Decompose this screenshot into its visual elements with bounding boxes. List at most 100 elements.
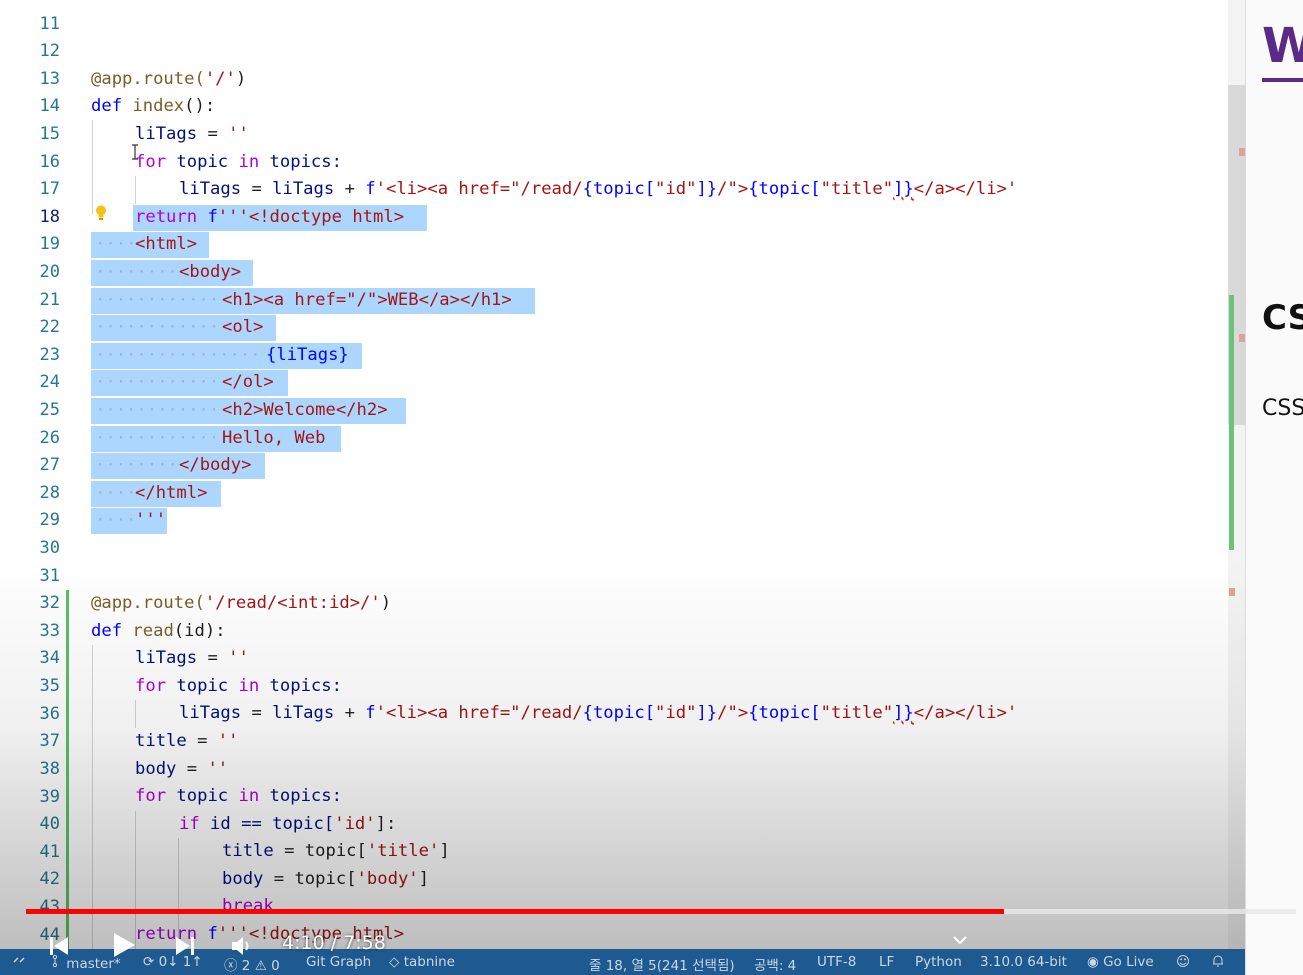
string-literal: 'title' <box>366 841 440 861</box>
function-name: index <box>122 96 185 116</box>
punct: ) <box>380 593 392 613</box>
string-literal: '<li><a href="/read/ <box>375 179 583 199</box>
warning-count: 0 <box>271 958 280 974</box>
string-literal: '''<!doctype html> <box>217 207 405 227</box>
line-number: 23 <box>39 345 60 365</box>
code-line-15: liTags = '' <box>135 121 249 148</box>
whitespace-marker: ···· <box>95 510 137 530</box>
notification-bell-icon[interactable] <box>1212 954 1224 972</box>
line-number: 43 <box>39 897 60 917</box>
indent-guide <box>135 176 136 204</box>
previous-icon[interactable] <box>47 934 71 958</box>
interpolation-error: ]} <box>893 179 914 199</box>
cursor-position[interactable]: 줄 18, 열 5(241 선택됨) <box>589 954 735 974</box>
fstring-prefix: f <box>365 703 376 723</box>
feedback-icon[interactable]: ☺ <box>1176 954 1190 970</box>
lightbulb-icon[interactable] <box>95 205 107 221</box>
expression: = topic[ <box>263 869 357 889</box>
code-line-14: def index(): <box>91 93 215 120</box>
line-number: 24 <box>39 372 60 392</box>
line-number: 22 <box>39 317 60 337</box>
code-line-27: </body> <box>179 455 252 475</box>
indentation-setting[interactable]: 공백: 4 <box>754 954 796 974</box>
operator: = <box>176 759 208 779</box>
punct: (): <box>184 96 216 116</box>
git-graph-button[interactable]: Git Graph <box>306 954 371 970</box>
video-time: 4:10 / 7:58 <box>282 932 386 954</box>
operator: = <box>197 124 229 144</box>
variable: liTags <box>272 179 335 199</box>
line-number: 19 <box>39 234 60 254</box>
keyword-if: if <box>179 814 200 834</box>
variable: title <box>222 841 274 861</box>
operator: = <box>241 703 273 723</box>
error-count: 2 <box>241 958 251 974</box>
go-live-button[interactable]: ◉ Go Live <box>1087 954 1154 970</box>
line-number: 21 <box>39 290 60 310</box>
code-line-38: body = '' <box>135 756 228 783</box>
broadcast-icon: ◉ <box>1087 954 1099 970</box>
fstring-prefix: f <box>197 207 218 227</box>
chevron-down-icon[interactable] <box>950 930 970 950</box>
text-cursor-icon <box>132 144 138 160</box>
line-number: 40 <box>39 814 60 834</box>
play-icon[interactable] <box>108 930 138 960</box>
line-number: 12 <box>39 41 60 61</box>
code-editor[interactable]: 11 12 13 14 15 16 17 18 19 20 21 22 23 2… <box>0 0 1245 949</box>
code-line-18: return f'''<!doctype html> <box>135 204 404 231</box>
warning-icon: ⚠ <box>254 958 267 974</box>
string-literal: "id" <box>655 703 697 723</box>
whitespace-marker: ············ <box>95 290 220 310</box>
variable: liTags <box>135 648 198 668</box>
line-number: 38 <box>39 759 60 779</box>
line-number: 11 <box>39 14 60 34</box>
line-number: 27 <box>39 455 60 475</box>
string-literal: "title" <box>820 179 894 199</box>
interpolation: {topic[ <box>748 179 821 199</box>
line-number: 17 <box>39 179 60 199</box>
interpolation: ]} <box>696 179 718 199</box>
code-line-39: for topic in topics: <box>135 783 342 810</box>
fstring-prefix: f <box>365 179 376 199</box>
language-mode[interactable]: Python <box>915 954 962 970</box>
line-number: 31 <box>39 566 60 586</box>
function-name: read <box>122 621 174 641</box>
whitespace-marker: ············ <box>95 428 220 448</box>
line-number: 33 <box>39 621 60 641</box>
tabnine-label: tabnine <box>403 954 455 970</box>
code-line-41: title = topic['title'] <box>222 838 450 865</box>
string-literal: '' <box>228 648 249 668</box>
operator: = <box>241 179 273 199</box>
encoding-setting[interactable]: UTF-8 <box>817 954 856 970</box>
next-icon[interactable] <box>173 934 197 958</box>
python-interpreter[interactable]: 3.10.0 64-bit <box>980 954 1067 970</box>
string-literal: "id" <box>655 179 697 199</box>
string-literal: '<li><a href="/read/ <box>375 703 583 723</box>
tabnine-icon: ◇ <box>389 954 400 970</box>
line-number: 20 <box>39 262 60 282</box>
keyword-for: for <box>135 676 167 696</box>
interpolation-error: ]} <box>893 703 914 723</box>
eol-setting[interactable]: LF <box>879 954 894 970</box>
remote-icon[interactable] <box>12 953 26 971</box>
line-number: 37 <box>39 731 60 751</box>
interpolation: ]} <box>696 703 718 723</box>
decorator: @app.route( <box>91 593 205 613</box>
line-number: 16 <box>39 152 60 172</box>
line-number: 35 <box>39 676 60 696</box>
decorator: @app.route( <box>91 69 205 89</box>
error-icon: ⓧ <box>224 958 238 974</box>
video-progress-fill <box>26 909 1004 914</box>
tabnine-button[interactable]: ◇ tabnine <box>389 954 455 970</box>
whitespace-marker: ···· <box>95 483 137 503</box>
code-line-26: Hello, Web <box>222 428 326 448</box>
variable: title <box>135 731 187 751</box>
whitespace-marker: ············ <box>95 372 220 392</box>
line-number: 26 <box>39 428 60 448</box>
variable: liTags <box>179 703 242 723</box>
volume-icon[interactable] <box>230 934 256 958</box>
preview-logo-underline <box>1262 78 1303 82</box>
keyword-for: for <box>135 786 167 806</box>
line-number: 29 <box>39 510 60 530</box>
keyword-return: return <box>135 207 198 227</box>
